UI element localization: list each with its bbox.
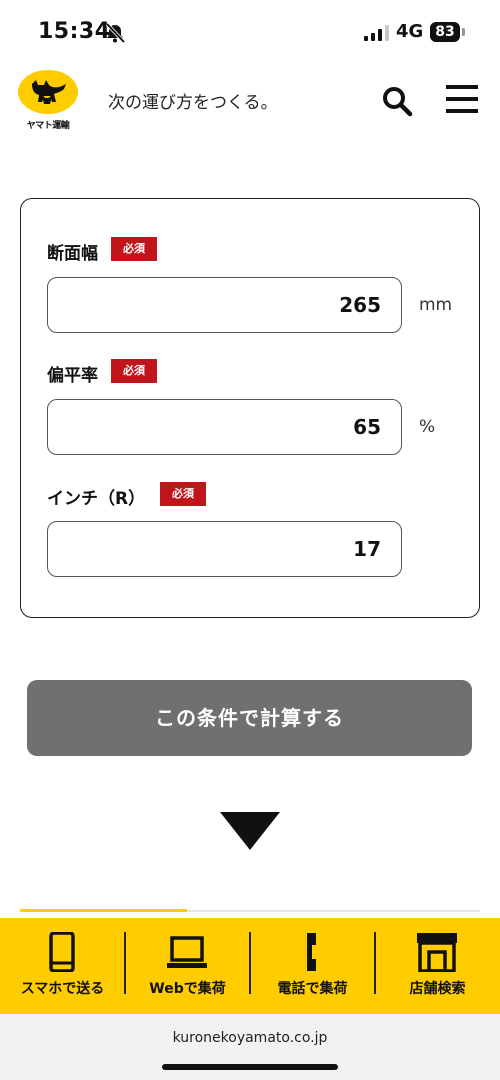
- battery-icon: 83: [430, 22, 460, 42]
- rim-inch-input[interactable]: [47, 521, 402, 577]
- rim-inch-label: インチ（R）: [47, 489, 146, 509]
- status-time: 15:34: [38, 19, 111, 44]
- tab-active-indicator: [20, 909, 187, 912]
- width-label: 断面幅: [47, 244, 98, 264]
- signal-icon: [364, 25, 389, 41]
- black-cat-icon: [32, 80, 66, 104]
- smartphone-icon: [49, 932, 75, 972]
- width-unit: mm: [419, 295, 453, 315]
- hamburger-menu-icon[interactable]: [444, 82, 480, 116]
- home-indicator[interactable]: [162, 1064, 338, 1070]
- status-bar: 15:34 4G 83: [0, 0, 500, 62]
- nav-label: スマホで送る: [20, 981, 105, 997]
- logo-text: ヤマト運輸: [26, 121, 70, 131]
- site-header: ヤマト運輸 次の運び方をつくる。: [0, 62, 500, 142]
- aspect-ratio-label: 偏平率: [47, 366, 98, 386]
- nav-item-web-pickup[interactable]: Webで集荷: [125, 918, 250, 1014]
- url-bar[interactable]: kuronekoyamato.co.jp: [0, 1030, 500, 1046]
- required-badge: 必須: [111, 237, 157, 261]
- down-arrow-icon: [220, 812, 280, 850]
- aspect-ratio-unit: %: [419, 417, 436, 437]
- calculate-button[interactable]: この条件で計算する: [27, 680, 472, 756]
- browser-bar: kuronekoyamato.co.jp: [0, 1014, 500, 1080]
- yamato-logo[interactable]: ヤマト運輸: [18, 70, 78, 134]
- required-badge: 必須: [111, 359, 157, 383]
- nav-item-smartphone[interactable]: スマホで送る: [0, 918, 125, 1014]
- phone-icon: [307, 933, 316, 971]
- nav-item-phone-pickup[interactable]: 電話で集荷: [250, 918, 375, 1014]
- aspect-ratio-input[interactable]: [47, 399, 402, 455]
- required-badge: 必須: [160, 482, 206, 506]
- tire-size-form: 断面幅 必須 mm 偏平率 必須 % インチ（R） 必須: [20, 198, 480, 618]
- bell-muted-icon: [105, 22, 126, 44]
- search-icon[interactable]: [380, 84, 414, 118]
- tagline: 次の運び方をつくる。: [108, 93, 278, 113]
- nav-label: 電話で集荷: [277, 981, 348, 997]
- laptop-icon: [167, 936, 207, 968]
- store-icon: [417, 933, 457, 972]
- nav-label: 店舗検索: [409, 981, 466, 997]
- nav-item-store-search[interactable]: 店舗検索: [375, 918, 500, 1014]
- network-label: 4G: [396, 21, 424, 42]
- nav-label: Webで集荷: [149, 981, 226, 997]
- battery-nub: [462, 28, 465, 36]
- width-input[interactable]: [47, 277, 402, 333]
- bottom-nav: スマホで送る Webで集荷 電話で集荷 店舗検索: [0, 918, 500, 1014]
